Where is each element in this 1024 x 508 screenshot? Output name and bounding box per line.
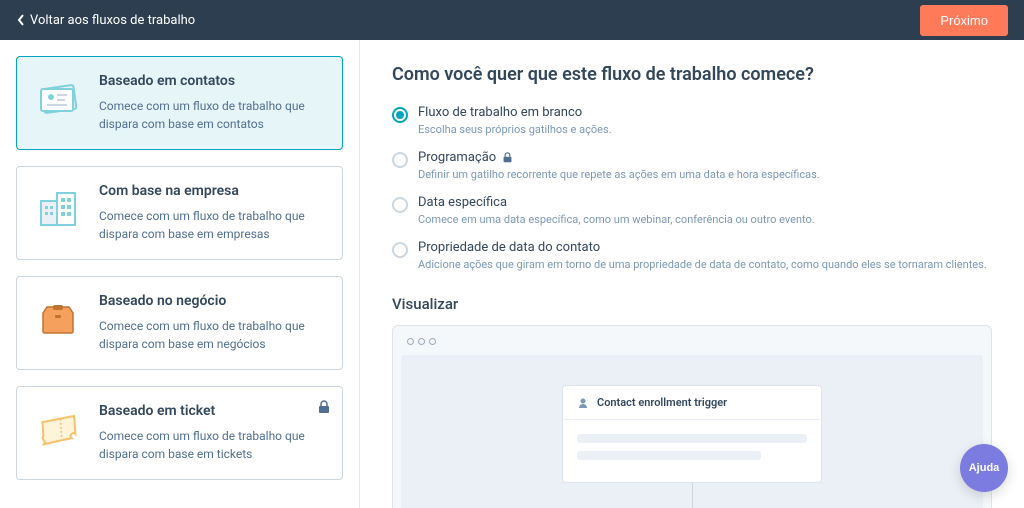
card-title: Baseado no negócio: [99, 293, 326, 309]
lock-icon: [502, 152, 513, 163]
contact-icon: [33, 73, 83, 123]
workflow-type-card-contact[interactable]: Baseado em contatos Comece com um fluxo …: [16, 56, 343, 150]
placeholder-line: [577, 434, 807, 443]
start-option-2[interactable]: Data específica Comece em uma data espec…: [392, 195, 992, 226]
next-button[interactable]: Próximo: [920, 5, 1008, 36]
card-desc: Comece com um fluxo de trabalho que disp…: [99, 317, 326, 353]
radio-button[interactable]: [392, 152, 408, 168]
radio-button[interactable]: [392, 107, 408, 123]
radio-label: Propriedade de data do contato: [418, 240, 987, 255]
preview-canvas: Contact enrollment trigger Action: [401, 355, 983, 508]
contact-icon: [577, 397, 589, 409]
lock-icon: [318, 399, 330, 418]
radio-button[interactable]: [392, 197, 408, 213]
help-button[interactable]: Ajuda: [960, 444, 1008, 492]
back-link[interactable]: Voltar aos fluxos de trabalho: [16, 13, 195, 28]
card-desc: Comece com um fluxo de trabalho que disp…: [99, 427, 326, 463]
workflow-type-card-company[interactable]: Com base na empresa Comece com um fluxo …: [16, 166, 343, 260]
chevron-left-icon: [16, 13, 26, 27]
workflow-type-card-deal[interactable]: Baseado no negócio Comece com um fluxo d…: [16, 276, 343, 370]
start-options-group: Fluxo de trabalho em branco Escolha seus…: [392, 105, 992, 271]
radio-desc: Comece em uma data específica, como um w…: [418, 213, 815, 226]
radio-desc: Adicione ações que giram em torno de uma…: [418, 258, 987, 271]
preview-window-dots: [401, 334, 983, 355]
workflow-config-panel: Como você quer que este fluxo de trabalh…: [360, 40, 1024, 508]
start-option-0[interactable]: Fluxo de trabalho em branco Escolha seus…: [392, 105, 992, 136]
workflow-trigger-card: Contact enrollment trigger: [562, 385, 822, 483]
radio-label: Data específica: [418, 195, 815, 210]
card-title: Com base na empresa: [99, 183, 326, 199]
preview-title: Visualizar: [392, 295, 992, 313]
workflow-connector: [692, 483, 693, 508]
config-title: Como você quer que este fluxo de trabalh…: [392, 64, 992, 85]
radio-desc: Definir um gatilho recorrente que repete…: [418, 168, 820, 181]
workflow-type-sidebar: Baseado em contatos Comece com um fluxo …: [0, 40, 360, 508]
card-desc: Comece com um fluxo de trabalho que disp…: [99, 207, 326, 243]
card-title: Baseado em contatos: [99, 73, 326, 89]
preview-box: Contact enrollment trigger Action: [392, 325, 992, 508]
card-desc: Comece com um fluxo de trabalho que disp…: [99, 97, 326, 133]
ticket-icon: [33, 403, 83, 453]
company-icon: [33, 183, 83, 233]
radio-button[interactable]: [392, 242, 408, 258]
placeholder-line: [577, 451, 761, 460]
radio-label: Fluxo de trabalho em branco: [418, 105, 612, 120]
start-option-1[interactable]: Programação Definir um gatilho recorrent…: [392, 150, 992, 181]
workflow-type-card-ticket[interactable]: Baseado em ticket Comece com um fluxo de…: [16, 386, 343, 480]
radio-desc: Escolha seus próprios gatilhos e ações.: [418, 123, 612, 136]
trigger-label: Contact enrollment trigger: [597, 396, 727, 409]
radio-label: Programação: [418, 150, 820, 165]
deal-icon: [33, 293, 83, 343]
start-option-3[interactable]: Propriedade de data do contato Adicione …: [392, 240, 992, 271]
back-label: Voltar aos fluxos de trabalho: [30, 13, 195, 28]
card-title: Baseado em ticket: [99, 403, 326, 419]
